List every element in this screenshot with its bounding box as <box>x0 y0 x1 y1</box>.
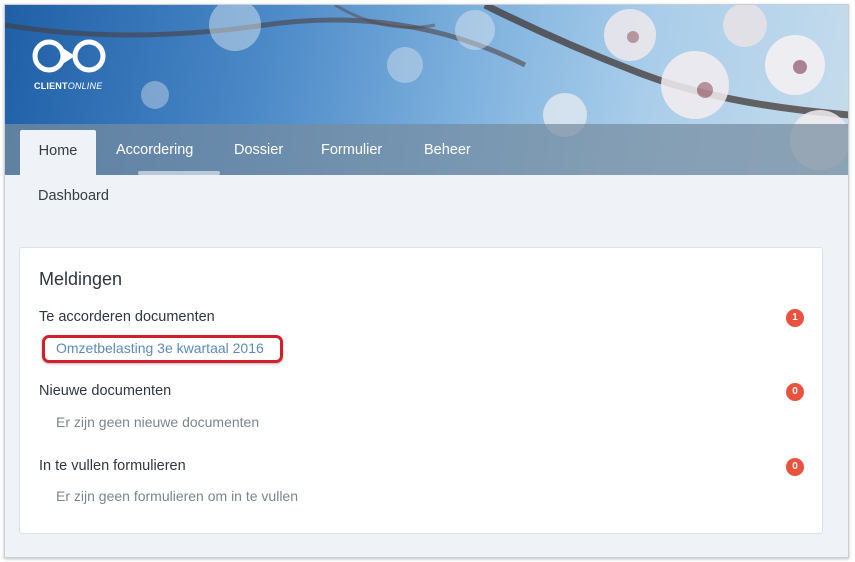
hover-indicator <box>138 171 220 175</box>
tab-beheer[interactable]: Beheer <box>424 139 471 161</box>
section-label-forms: In te vullen formulieren <box>39 458 186 474</box>
section-label-new-documents: Nieuwe documenten <box>39 383 172 399</box>
notifications-panel: Meldingen Te accorderen documenten 1 Omz… <box>19 247 823 534</box>
app-window: CLIENTONLINE Home Accordering Dossier Fo… <box>4 4 849 558</box>
tab-accordering[interactable]: Accordering <box>116 139 193 161</box>
tab-formulier[interactable]: Formulier <box>321 139 382 161</box>
empty-message: Er zijn geen nieuwe documenten <box>56 414 260 430</box>
document-link[interactable]: Omzetbelasting 3e kwartaal 2016 <box>56 340 264 356</box>
tab-dossier[interactable]: Dossier <box>234 139 283 161</box>
count-badge: 1 <box>786 309 804 327</box>
tab-home[interactable]: Home <box>20 130 96 175</box>
header-banner: CLIENTONLINE Home Accordering Dossier Fo… <box>5 5 848 175</box>
logo-wordmark: CLIENTONLINE <box>34 81 103 91</box>
subnav-dashboard[interactable]: Dashboard <box>38 188 109 204</box>
count-badge: 0 <box>786 458 804 476</box>
empty-message: Er zijn geen formulieren om in te vullen <box>56 488 299 504</box>
count-badge: 0 <box>786 383 804 401</box>
panel-title: Meldingen <box>39 269 123 289</box>
main-navigation: Home Accordering Dossier Formulier Behee… <box>5 124 848 175</box>
section-label-approve-documents: Te accorderen documenten <box>39 309 215 325</box>
